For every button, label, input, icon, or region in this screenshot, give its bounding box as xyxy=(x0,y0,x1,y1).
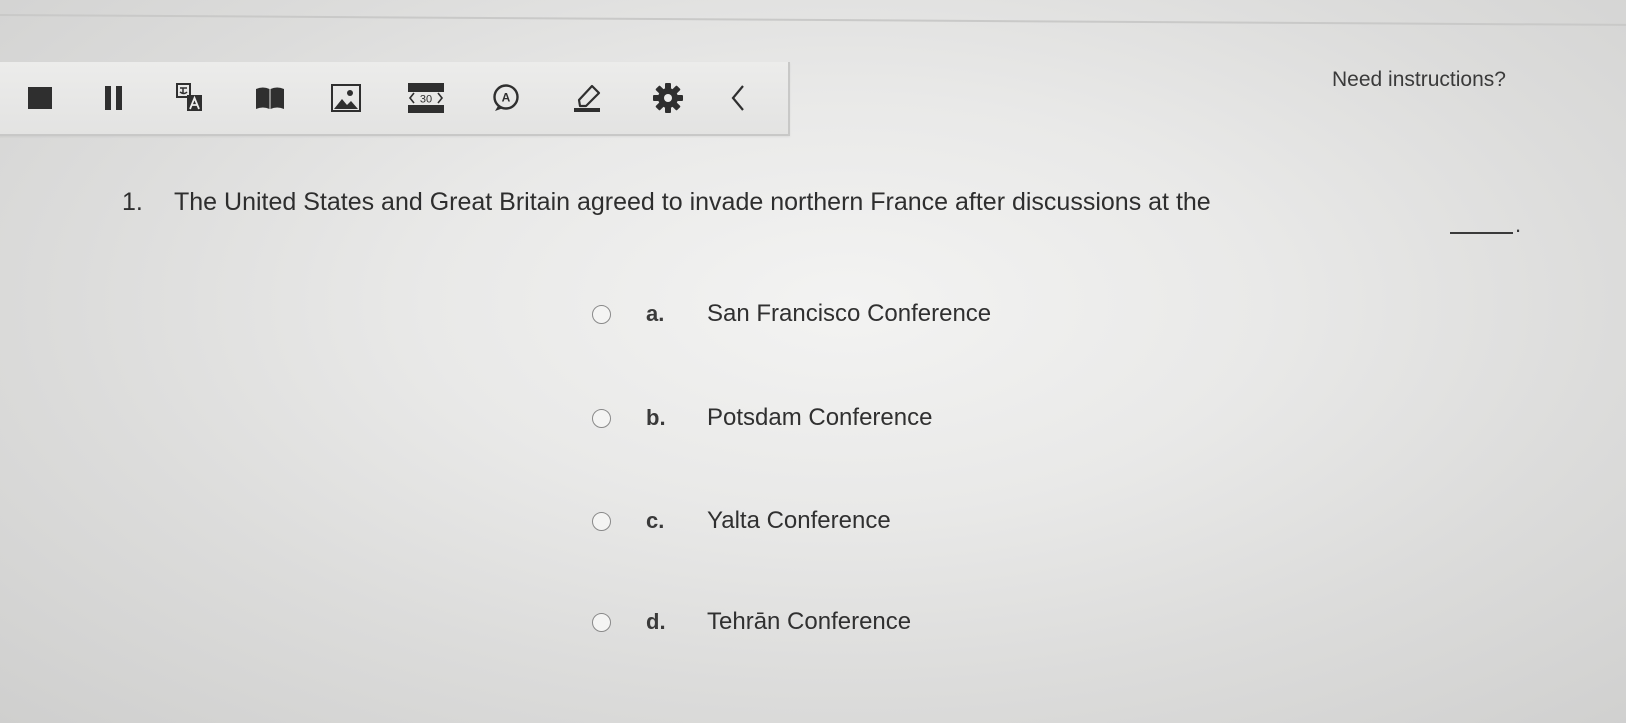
option-text: Tehrān Conference xyxy=(707,608,912,635)
top-divider xyxy=(0,14,1626,26)
answer-highlight-label: A xyxy=(502,91,511,105)
radio-button[interactable] xyxy=(592,408,611,428)
translate-button[interactable] xyxy=(172,80,208,116)
gear-icon xyxy=(653,83,683,113)
text-to-speech-button[interactable]: 30 xyxy=(408,80,444,116)
translate-icon xyxy=(176,83,202,111)
stop-icon xyxy=(28,87,52,109)
text-to-speech-icon: 30 xyxy=(408,83,444,113)
option-d[interactable]: d. Tehrān Conference xyxy=(592,608,911,636)
option-b[interactable]: b. Potsdam Conference xyxy=(592,404,932,432)
pause-icon xyxy=(105,86,122,110)
book-button[interactable] xyxy=(252,80,288,116)
option-letter: d. xyxy=(646,609,666,634)
highlighter-icon xyxy=(574,84,601,112)
text-to-speech-label: 30 xyxy=(420,94,432,106)
answer-highlight-icon: A xyxy=(493,84,519,111)
answer-highlight-button[interactable]: A xyxy=(488,80,524,116)
need-instructions-link[interactable]: Need instructions? xyxy=(1332,68,1506,92)
option-letter: b. xyxy=(646,405,666,430)
question-text: The United States and Great Britain agre… xyxy=(174,188,1211,216)
question-end-punctuation: . xyxy=(1515,212,1522,237)
collapse-toolbar-button[interactable] xyxy=(720,80,756,116)
pause-button[interactable] xyxy=(96,80,132,116)
option-text: Potsdam Conference xyxy=(707,404,933,431)
option-a[interactable]: a. San Francisco Conference xyxy=(592,300,991,328)
toolbar: 30 A xyxy=(0,62,790,136)
option-text: San Francisco Conference xyxy=(707,300,992,327)
question-stem: 1. The United States and Great Britain ag… xyxy=(122,188,1211,217)
option-c[interactable]: c. Yalta Conference xyxy=(592,507,891,535)
radio-button[interactable] xyxy=(592,511,611,531)
answer-blank xyxy=(1450,232,1513,234)
settings-button[interactable] xyxy=(650,80,686,116)
image-icon xyxy=(331,84,361,112)
stop-button[interactable] xyxy=(22,80,58,116)
image-button[interactable] xyxy=(328,80,364,116)
radio-button[interactable] xyxy=(592,612,611,632)
question-number: 1. xyxy=(122,188,143,216)
book-icon xyxy=(256,87,284,109)
chevron-left-icon xyxy=(731,85,744,111)
option-text: Yalta Conference xyxy=(707,507,891,534)
option-letter: a. xyxy=(646,301,665,326)
highlighter-button[interactable] xyxy=(570,80,606,116)
radio-button[interactable] xyxy=(592,304,611,324)
option-letter: c. xyxy=(646,508,665,533)
